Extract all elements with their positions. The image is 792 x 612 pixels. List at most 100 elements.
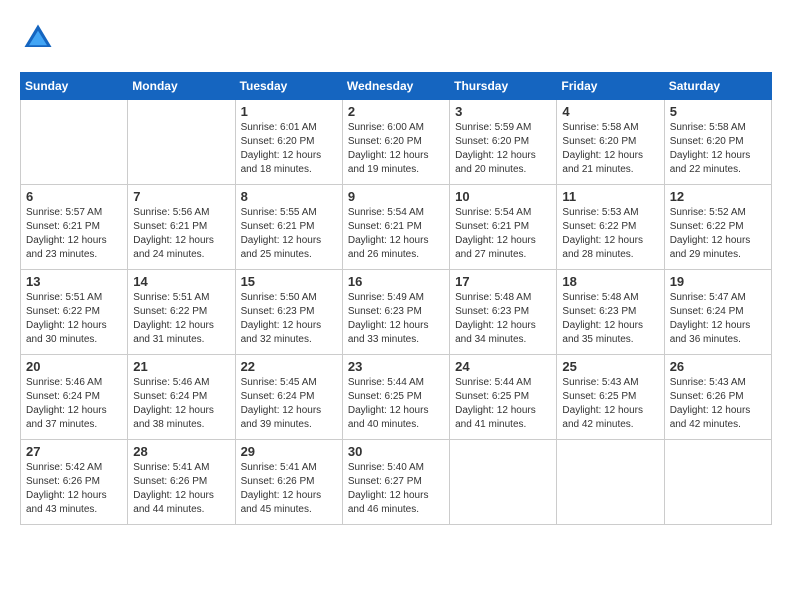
day-number: 19 (670, 274, 766, 289)
day-number: 29 (241, 444, 337, 459)
calendar-cell: 15 Sunrise: 5:50 AM Sunset: 6:23 PM Dayli… (235, 270, 342, 355)
day-number: 21 (133, 359, 229, 374)
day-info: Sunrise: 5:44 AM Sunset: 6:25 PM Dayligh… (455, 376, 551, 432)
calendar-cell: 5 Sunrise: 5:58 AM Sunset: 6:20 PM Daylig… (664, 100, 771, 185)
day-info: Sunrise: 5:40 AM Sunset: 6:27 PM Dayligh… (348, 461, 444, 517)
day-info: Sunrise: 5:46 AM Sunset: 6:24 PM Dayligh… (26, 376, 122, 432)
calendar-cell: 23 Sunrise: 5:44 AM Sunset: 6:25 PM Dayli… (342, 355, 449, 440)
day-number: 14 (133, 274, 229, 289)
week-row: 6 Sunrise: 5:57 AM Sunset: 6:21 PM Daylig… (21, 185, 772, 270)
day-info: Sunrise: 5:51 AM Sunset: 6:22 PM Dayligh… (133, 291, 229, 347)
calendar-cell: 21 Sunrise: 5:46 AM Sunset: 6:24 PM Dayli… (128, 355, 235, 440)
week-row: 20 Sunrise: 5:46 AM Sunset: 6:24 PM Dayli… (21, 355, 772, 440)
weekday-header: Thursday (450, 73, 557, 100)
calendar-cell: 24 Sunrise: 5:44 AM Sunset: 6:25 PM Dayli… (450, 355, 557, 440)
calendar-cell: 29 Sunrise: 5:41 AM Sunset: 6:26 PM Dayli… (235, 440, 342, 525)
calendar-cell: 18 Sunrise: 5:48 AM Sunset: 6:23 PM Dayli… (557, 270, 664, 355)
day-info: Sunrise: 5:58 AM Sunset: 6:20 PM Dayligh… (670, 121, 766, 177)
logo (20, 20, 62, 56)
day-info: Sunrise: 5:41 AM Sunset: 6:26 PM Dayligh… (133, 461, 229, 517)
calendar-cell (128, 100, 235, 185)
day-info: Sunrise: 5:59 AM Sunset: 6:20 PM Dayligh… (455, 121, 551, 177)
day-info: Sunrise: 5:58 AM Sunset: 6:20 PM Dayligh… (562, 121, 658, 177)
day-number: 5 (670, 104, 766, 119)
calendar-cell: 6 Sunrise: 5:57 AM Sunset: 6:21 PM Daylig… (21, 185, 128, 270)
day-info: Sunrise: 5:41 AM Sunset: 6:26 PM Dayligh… (241, 461, 337, 517)
weekday-header: Friday (557, 73, 664, 100)
calendar-cell: 11 Sunrise: 5:53 AM Sunset: 6:22 PM Dayli… (557, 185, 664, 270)
day-number: 26 (670, 359, 766, 374)
calendar-cell: 9 Sunrise: 5:54 AM Sunset: 6:21 PM Daylig… (342, 185, 449, 270)
weekday-header: Saturday (664, 73, 771, 100)
calendar-cell: 3 Sunrise: 5:59 AM Sunset: 6:20 PM Daylig… (450, 100, 557, 185)
day-number: 28 (133, 444, 229, 459)
day-number: 15 (241, 274, 337, 289)
day-info: Sunrise: 5:50 AM Sunset: 6:23 PM Dayligh… (241, 291, 337, 347)
day-info: Sunrise: 5:57 AM Sunset: 6:21 PM Dayligh… (26, 206, 122, 262)
day-info: Sunrise: 5:45 AM Sunset: 6:24 PM Dayligh… (241, 376, 337, 432)
calendar-cell: 1 Sunrise: 6:01 AM Sunset: 6:20 PM Daylig… (235, 100, 342, 185)
calendar-cell (557, 440, 664, 525)
day-number: 1 (241, 104, 337, 119)
calendar-cell: 20 Sunrise: 5:46 AM Sunset: 6:24 PM Dayli… (21, 355, 128, 440)
week-row: 1 Sunrise: 6:01 AM Sunset: 6:20 PM Daylig… (21, 100, 772, 185)
calendar-cell: 22Sunrise: 5:45 AM Sunset: 6:24 PM Dayli… (235, 355, 342, 440)
day-number: 7 (133, 189, 229, 204)
day-info: Sunrise: 5:49 AM Sunset: 6:23 PM Dayligh… (348, 291, 444, 347)
calendar-cell: 28 Sunrise: 5:41 AM Sunset: 6:26 PM Dayli… (128, 440, 235, 525)
day-info: Sunrise: 5:48 AM Sunset: 6:23 PM Dayligh… (562, 291, 658, 347)
weekday-header: Sunday (21, 73, 128, 100)
weekday-header: Monday (128, 73, 235, 100)
day-info: Sunrise: 5:54 AM Sunset: 6:21 PM Dayligh… (455, 206, 551, 262)
day-number: 17 (455, 274, 551, 289)
day-info: Sunrise: 5:56 AM Sunset: 6:21 PM Dayligh… (133, 206, 229, 262)
logo-icon (20, 20, 56, 56)
calendar-table: SundayMondayTuesdayWednesdayThursdayFrid… (20, 72, 772, 525)
weekday-header-row: SundayMondayTuesdayWednesdayThursdayFrid… (21, 73, 772, 100)
day-info: Sunrise: 5:43 AM Sunset: 6:26 PM Dayligh… (670, 376, 766, 432)
page-header (20, 20, 772, 56)
week-row: 13Sunrise: 5:51 AM Sunset: 6:22 PM Dayli… (21, 270, 772, 355)
day-number: 11 (562, 189, 658, 204)
calendar-cell (450, 440, 557, 525)
day-number: 10 (455, 189, 551, 204)
calendar-cell: 17 Sunrise: 5:48 AM Sunset: 6:23 PM Dayli… (450, 270, 557, 355)
day-info: Sunrise: 5:51 AM Sunset: 6:22 PM Dayligh… (26, 291, 122, 347)
day-info: Sunrise: 5:54 AM Sunset: 6:21 PM Dayligh… (348, 206, 444, 262)
calendar-cell (21, 100, 128, 185)
calendar-cell: 7 Sunrise: 5:56 AM Sunset: 6:21 PM Daylig… (128, 185, 235, 270)
calendar-cell: 4Sunrise: 5:58 AM Sunset: 6:20 PM Daylig… (557, 100, 664, 185)
day-info: Sunrise: 5:52 AM Sunset: 6:22 PM Dayligh… (670, 206, 766, 262)
weekday-header: Wednesday (342, 73, 449, 100)
calendar-cell: 10 Sunrise: 5:54 AM Sunset: 6:21 PM Dayli… (450, 185, 557, 270)
day-number: 23 (348, 359, 444, 374)
day-number: 24 (455, 359, 551, 374)
day-number: 18 (562, 274, 658, 289)
weekday-header: Tuesday (235, 73, 342, 100)
calendar-cell: 26 Sunrise: 5:43 AM Sunset: 6:26 PM Dayli… (664, 355, 771, 440)
day-number: 12 (670, 189, 766, 204)
calendar-cell: 25Sunrise: 5:43 AM Sunset: 6:25 PM Dayli… (557, 355, 664, 440)
day-number: 8 (241, 189, 337, 204)
calendar-cell: 30Sunrise: 5:40 AM Sunset: 6:27 PM Dayli… (342, 440, 449, 525)
calendar-cell: 27 Sunrise: 5:42 AM Sunset: 6:26 PM Dayli… (21, 440, 128, 525)
day-info: Sunrise: 5:48 AM Sunset: 6:23 PM Dayligh… (455, 291, 551, 347)
calendar-cell: 16 Sunrise: 5:49 AM Sunset: 6:23 PM Dayli… (342, 270, 449, 355)
day-info: Sunrise: 5:47 AM Sunset: 6:24 PM Dayligh… (670, 291, 766, 347)
calendar-cell (664, 440, 771, 525)
day-number: 9 (348, 189, 444, 204)
day-info: Sunrise: 6:01 AM Sunset: 6:20 PM Dayligh… (241, 121, 337, 177)
day-number: 27 (26, 444, 122, 459)
calendar-cell: 19 Sunrise: 5:47 AM Sunset: 6:24 PM Dayli… (664, 270, 771, 355)
day-number: 20 (26, 359, 122, 374)
day-info: Sunrise: 5:46 AM Sunset: 6:24 PM Dayligh… (133, 376, 229, 432)
day-info: Sunrise: 5:53 AM Sunset: 6:22 PM Dayligh… (562, 206, 658, 262)
calendar-cell: 12 Sunrise: 5:52 AM Sunset: 6:22 PM Dayli… (664, 185, 771, 270)
day-info: Sunrise: 5:44 AM Sunset: 6:25 PM Dayligh… (348, 376, 444, 432)
day-info: Sunrise: 5:42 AM Sunset: 6:26 PM Dayligh… (26, 461, 122, 517)
day-number: 16 (348, 274, 444, 289)
day-info: Sunrise: 5:55 AM Sunset: 6:21 PM Dayligh… (241, 206, 337, 262)
day-number: 3 (455, 104, 551, 119)
day-number: 6 (26, 189, 122, 204)
calendar-cell: 8 Sunrise: 5:55 AM Sunset: 6:21 PM Daylig… (235, 185, 342, 270)
